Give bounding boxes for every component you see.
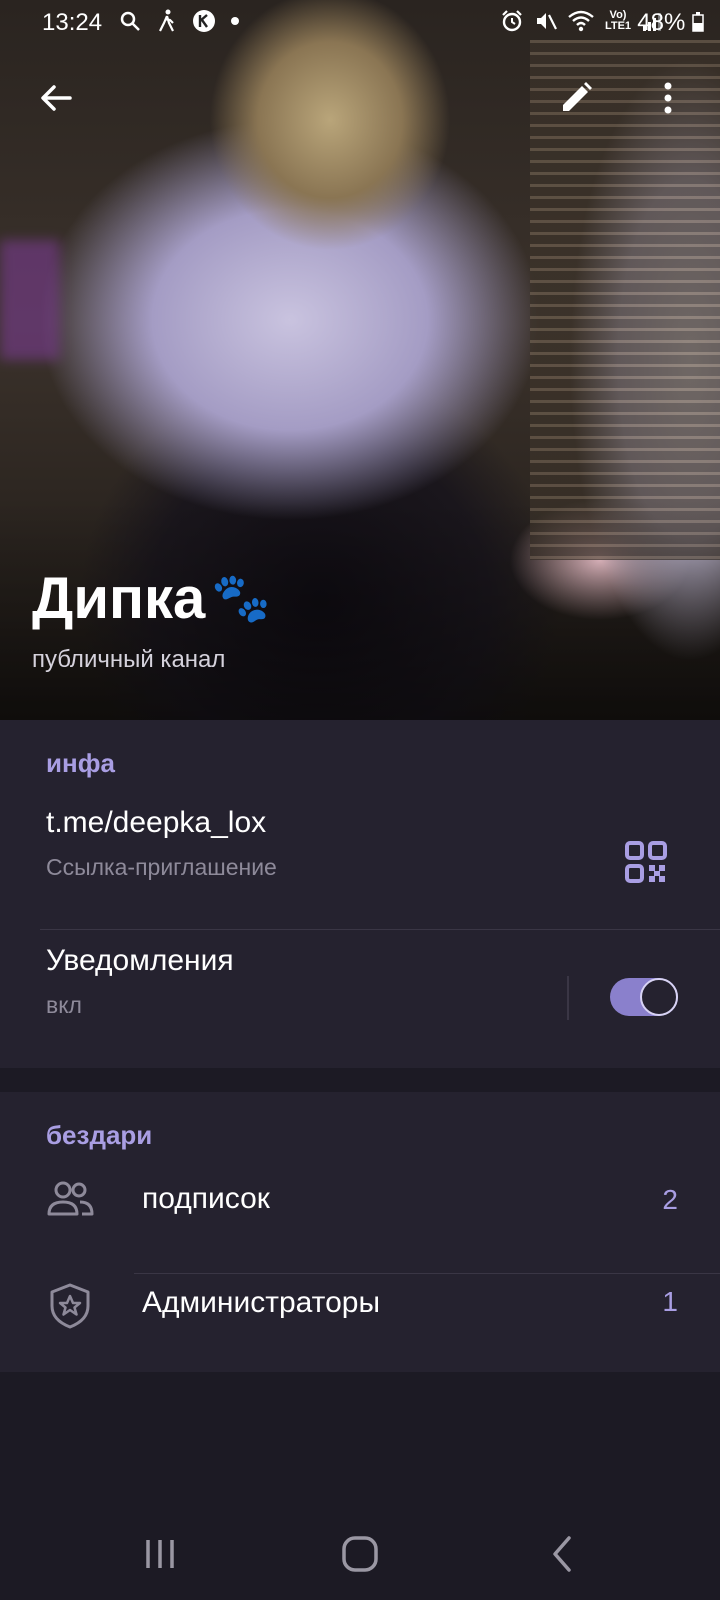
members-section: бездари подписок 2 Администраторы 1: [0, 1092, 720, 1372]
channel-header: Дипка 🐾 публичный канал: [32, 570, 271, 674]
subscribers-count: 2: [662, 1184, 678, 1215]
qr-code-icon[interactable]: [624, 840, 668, 884]
notifications-toggle[interactable]: [610, 978, 678, 1016]
status-bar: 13:24 Vo) LTE1 48%: [0, 0, 720, 48]
admins-count: 1: [662, 1286, 678, 1317]
battery-icon: [692, 12, 704, 32]
divider: [134, 1273, 720, 1274]
search-icon: [118, 9, 142, 33]
status-time: 13:24: [42, 9, 103, 36]
members-section-header: бездари: [46, 1120, 153, 1150]
alarm-icon: [500, 9, 524, 33]
walking-icon: [156, 9, 178, 33]
invite-link-label: Ссылка-приглашение: [46, 854, 277, 880]
wifi-icon: [568, 10, 594, 32]
k-app-icon: [192, 9, 216, 33]
back-arrow-icon[interactable]: [28, 70, 84, 126]
invite-link-value[interactable]: t.me/deepka_lox: [46, 806, 266, 840]
divider: [40, 929, 720, 930]
people-icon: [46, 1174, 94, 1222]
system-navigation-bar: [0, 1510, 720, 1600]
notifications-title: Уведомления: [46, 944, 234, 977]
home-icon[interactable]: [332, 1526, 388, 1582]
mute-icon: [534, 9, 558, 33]
shield-star-icon: [46, 1282, 94, 1330]
dot-icon: [230, 16, 240, 26]
vertical-separator: [567, 976, 569, 1020]
channel-name: Дипка: [32, 566, 206, 631]
status-left-icons: [118, 9, 240, 33]
back-nav-icon[interactable]: [534, 1526, 590, 1582]
lte-icon: Vo) LTE1: [604, 10, 632, 32]
paw-prints-emoji: 🐾: [211, 572, 272, 625]
channel-type: публичный канал: [32, 646, 226, 673]
info-section-header: инфа: [46, 748, 115, 778]
subscribers-label: подписок: [142, 1182, 270, 1215]
notifications-state: вкл: [46, 992, 82, 1018]
more-options-icon[interactable]: [640, 70, 696, 126]
recent-apps-icon[interactable]: [132, 1526, 188, 1582]
battery-level: 48%: [637, 9, 686, 36]
battery-indicator: 48%: [637, 9, 704, 37]
edit-pencil-icon[interactable]: [548, 70, 604, 126]
section-gap: [0, 1068, 720, 1092]
info-section: инфа t.me/deepka_lox Ссылка-приглашение …: [0, 720, 720, 1068]
network-label: Vo) LTE1: [604, 9, 632, 32]
admins-label: Администраторы: [142, 1286, 381, 1319]
toggle-knob: [640, 978, 678, 1016]
photo-purple-glow: [0, 240, 60, 360]
top-action-bar: [0, 70, 720, 130]
channel-title: Дипка 🐾: [32, 570, 271, 628]
